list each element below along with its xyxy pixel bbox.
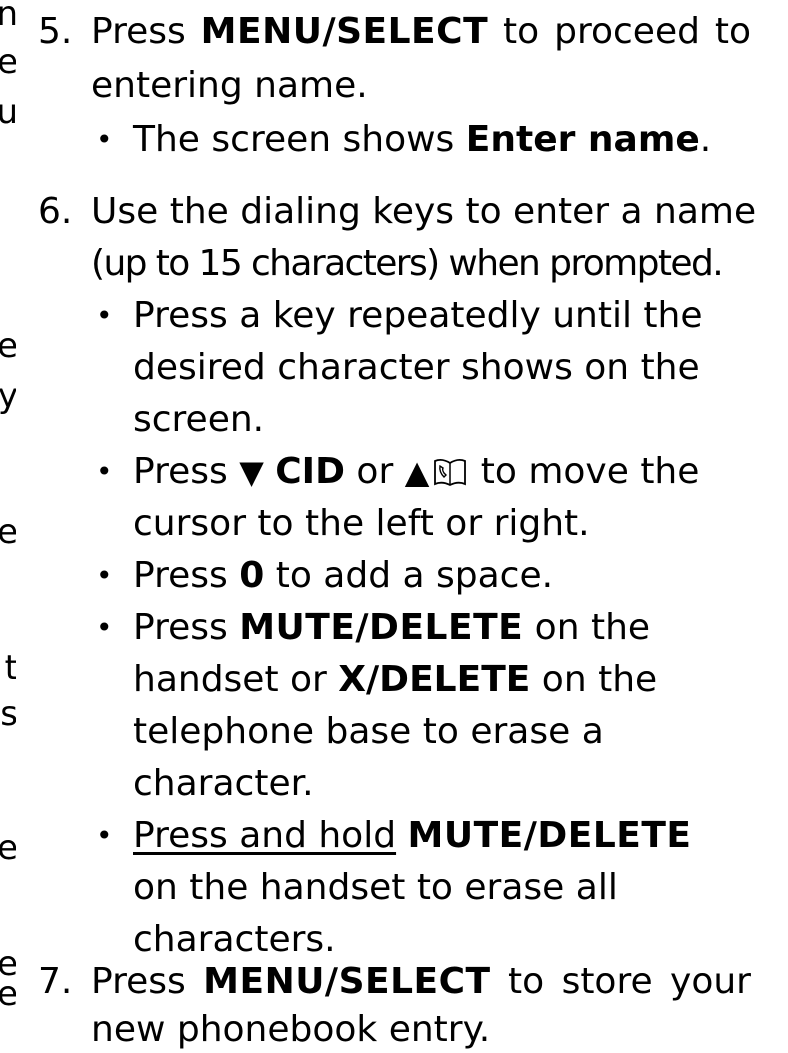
bullet-text: handset or bbox=[133, 659, 339, 700]
step-6-bullet-1-line-2: desired character shows on the bbox=[133, 347, 700, 388]
key-cid: CID bbox=[275, 451, 345, 492]
step-6-bullet-1-line-1: Press a key repeatedly until the bbox=[133, 295, 703, 336]
bullet-text: to move the bbox=[469, 451, 700, 492]
bullet-text: . bbox=[699, 119, 712, 160]
bullet: • bbox=[96, 455, 113, 488]
edge-fragment: e bbox=[0, 326, 16, 366]
bullet-text: Press bbox=[133, 607, 240, 648]
step-6-bullet-2-line-1: Press ▼ CID or ▲ to move the bbox=[133, 450, 699, 498]
step-5-line-1: Press MENU/SELECT to proceed to bbox=[91, 10, 751, 54]
step-6-line-1: Use the dialing keys to enter a name bbox=[91, 191, 757, 232]
bullet-text: on the bbox=[530, 659, 658, 700]
step-number: 5. bbox=[38, 11, 73, 52]
step-6-bullet-1-line-3: screen. bbox=[133, 399, 265, 440]
step-text: to bbox=[503, 11, 540, 52]
step-6-bullet-4-line-3: telephone base to erase a bbox=[133, 711, 604, 752]
step-6-bullet-5-line-3: characters. bbox=[133, 919, 336, 960]
left-edge-fragments: n e u e y e t s e e e bbox=[0, 0, 16, 1053]
bullet-text: Press bbox=[133, 451, 240, 492]
step-6-bullet-4-line-4: character. bbox=[133, 763, 314, 804]
step-text: Press bbox=[91, 961, 186, 1002]
edge-fragment: e bbox=[0, 974, 16, 1014]
step-7-line-2: new phonebook entry. bbox=[91, 1009, 491, 1050]
step-6-bullet-4-line-1: Press MUTE/DELETE on the bbox=[133, 606, 650, 650]
edge-fragment: n bbox=[0, 0, 16, 34]
step-5-bullet-1: The screen shows Enter name. bbox=[133, 118, 711, 162]
step-5-line-2: entering name. bbox=[91, 65, 368, 106]
step-text: to bbox=[508, 961, 545, 1002]
bullet-text: Press bbox=[133, 555, 240, 596]
step-7-line-1: Press MENU/SELECT to store your bbox=[91, 960, 751, 1004]
step-number: 6. bbox=[38, 191, 73, 232]
key-zero: 0 bbox=[239, 555, 265, 596]
phonebook-icon bbox=[433, 454, 467, 498]
edge-fragment: y bbox=[0, 376, 16, 416]
bullet-text: The screen shows bbox=[133, 119, 466, 160]
bullet: • bbox=[96, 559, 113, 592]
key-menu-select: MENU/SELECT bbox=[200, 11, 489, 52]
step-6-bullet-4-line-2: handset or X/DELETE on the bbox=[133, 658, 657, 702]
down-arrow-icon: ▼ bbox=[239, 453, 264, 491]
step-6-bullet-3: Press 0 to add a space. bbox=[133, 554, 553, 598]
edge-fragment: e bbox=[0, 828, 16, 868]
bullet: • bbox=[96, 611, 113, 644]
step-6-bullet-2-line-2: cursor to the left or right. bbox=[133, 503, 590, 544]
screen-message: Enter name bbox=[465, 119, 700, 160]
step-text: Press bbox=[91, 11, 186, 52]
bullet: • bbox=[96, 123, 113, 156]
bullet-text: to add a space. bbox=[264, 555, 554, 596]
edge-fragment: u bbox=[0, 92, 16, 132]
key-menu-select: MENU/SELECT bbox=[203, 961, 491, 1002]
step-text: to bbox=[714, 11, 751, 52]
step-text: your bbox=[670, 961, 751, 1002]
edge-fragment: t bbox=[4, 648, 16, 688]
bullet: • bbox=[96, 819, 113, 852]
step-text: store bbox=[561, 961, 653, 1002]
step-text: proceed bbox=[554, 11, 700, 52]
step-number: 7. bbox=[38, 961, 73, 1002]
edge-fragment: s bbox=[0, 694, 16, 734]
up-arrow-icon: ▲ bbox=[404, 453, 430, 491]
bullet: • bbox=[96, 299, 113, 332]
bullet-text: on the bbox=[523, 607, 651, 648]
edge-fragment: e bbox=[0, 42, 16, 82]
underlined-text: Press and hold bbox=[133, 815, 397, 856]
key-mute-delete: MUTE/DELETE bbox=[407, 815, 692, 856]
bullet-text: or bbox=[344, 451, 405, 492]
edge-fragment: e bbox=[0, 512, 16, 552]
step-6-line-2: (up to 15 characters) when prompted. bbox=[91, 243, 724, 284]
step-6-bullet-5-line-1: Press and hold MUTE/DELETE bbox=[133, 814, 692, 858]
step-6-bullet-5-line-2: on the handset to erase all bbox=[133, 867, 618, 908]
key-mute-delete: MUTE/DELETE bbox=[239, 607, 524, 648]
key-x-delete: X/DELETE bbox=[338, 659, 531, 700]
